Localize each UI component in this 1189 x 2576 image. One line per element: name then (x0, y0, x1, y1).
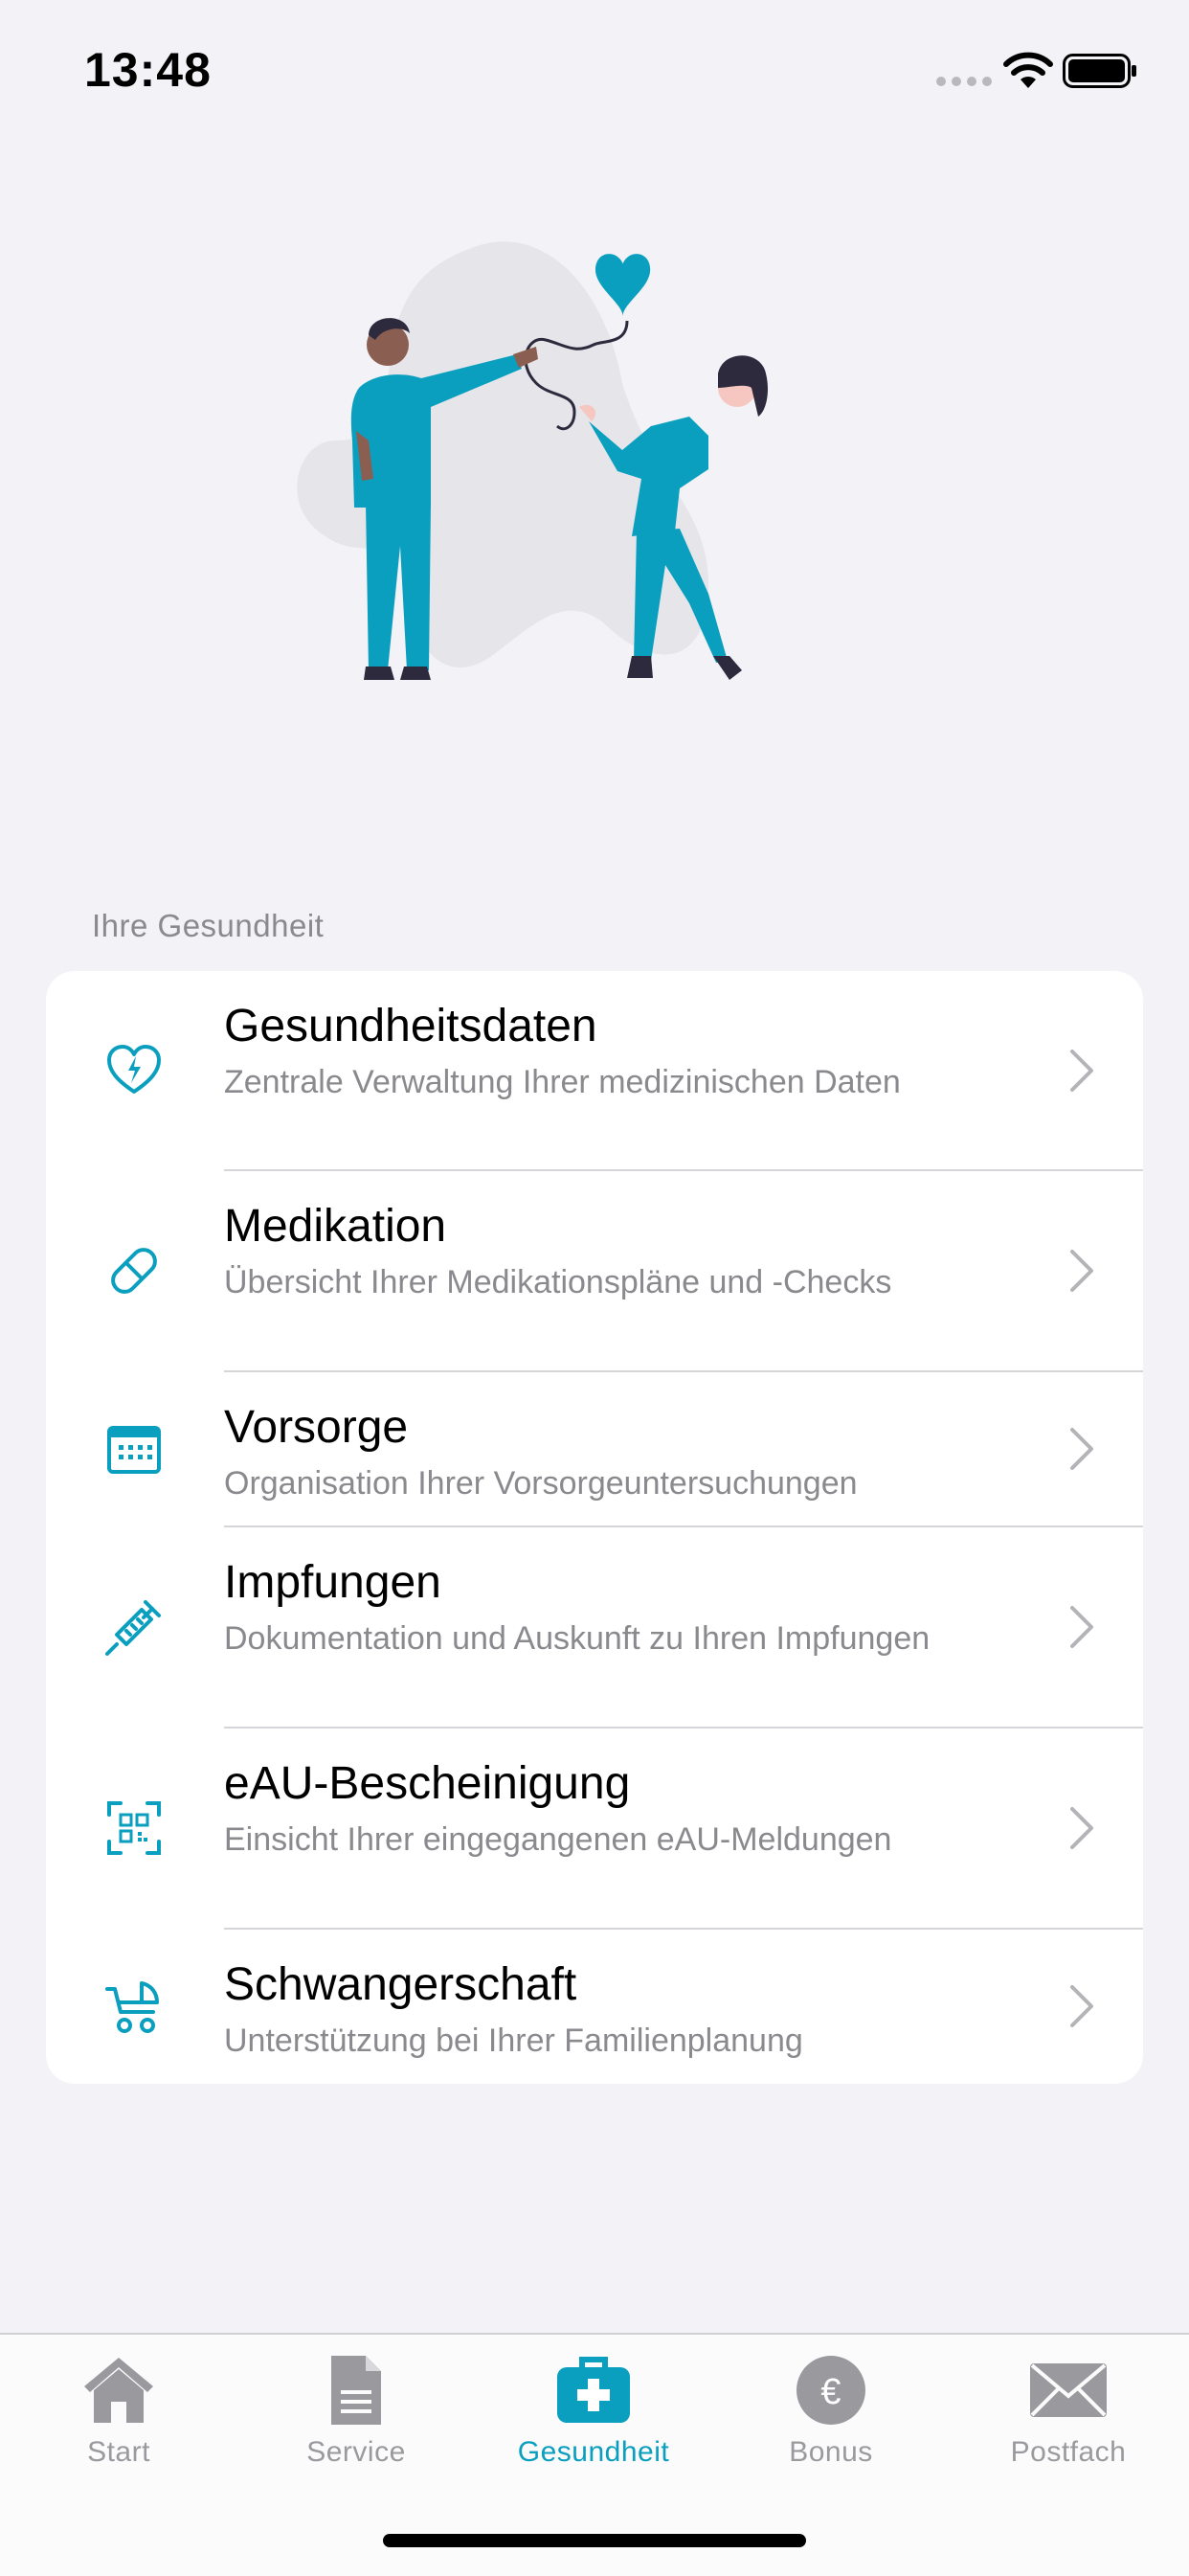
tab-label: Gesundheit (517, 2436, 670, 2468)
tab-gesundheit[interactable]: Gesundheit (475, 2350, 712, 2469)
status-time: 13:48 (84, 43, 212, 97)
tab-label: Service (306, 2436, 406, 2468)
cellular-signal-icon (936, 77, 992, 86)
calendar-icon (107, 1426, 161, 1474)
menu-item-title: Impfungen (224, 1557, 441, 1608)
tab-label: Postfach (1010, 2436, 1127, 2468)
menu-item-title: Gesundheitsdaten (224, 1001, 597, 1051)
house-icon (84, 2358, 153, 2423)
couple-heart-balloon-illustration (297, 241, 769, 680)
menu-item-title: Vorsorge (224, 1402, 409, 1453)
chevron-right-icon (1070, 1985, 1093, 2027)
menu-item-subtitle: Zentrale Verwaltung Ihrer medizinischen … (224, 1064, 901, 1100)
qr-scan-icon (107, 1801, 161, 1855)
wifi-icon (1003, 52, 1053, 88)
status-bar: 13:48 (0, 0, 1189, 134)
menu-item-subtitle: Übersicht Ihrer Medikationspläne und -Ch… (224, 1264, 892, 1300)
chevron-right-icon (1070, 1606, 1093, 1648)
heart-pulse-icon (107, 1045, 161, 1094)
syringe-icon (105, 1600, 161, 1656)
tab-bonus[interactable]: € Bonus (712, 2350, 950, 2469)
menu-item-subtitle: Organisation Ihrer Vorsorgeuntersuchunge… (224, 1465, 858, 1502)
tab-start[interactable]: Start (0, 2350, 237, 2469)
euro-coin-icon: € (796, 2356, 865, 2425)
chevron-right-icon (1070, 1250, 1093, 1292)
tab-postfach[interactable]: Postfach (950, 2350, 1187, 2469)
chevron-right-icon (1070, 1428, 1093, 1470)
envelope-icon (1030, 2363, 1107, 2417)
menu-item-gesundheitsdaten[interactable]: Gesundheitsdaten Zentrale Verwaltung Ihr… (46, 971, 1143, 1170)
chevron-right-icon (1070, 1807, 1093, 1849)
tab-service[interactable]: Service (237, 2350, 475, 2469)
menu-item-medikation[interactable]: Medikation Übersicht Ihrer Medikationspl… (46, 1171, 1143, 1370)
menu-item-subtitle: Dokumentation und Auskunft zu Ihren Impf… (224, 1620, 931, 1657)
health-menu-card: Gesundheitsdaten Zentrale Verwaltung Ihr… (46, 971, 1143, 2084)
pill-icon (111, 1248, 157, 1294)
medical-case-icon (557, 2357, 630, 2423)
menu-item-eau-bescheinigung[interactable]: eAU-Bescheinigung Einsicht Ihrer eingega… (46, 1729, 1143, 1928)
chevron-right-icon (1070, 1050, 1093, 1092)
document-icon (331, 2356, 381, 2425)
stroller-icon (105, 1981, 159, 2033)
menu-item-title: Schwangerschaft (224, 1959, 577, 2010)
menu-item-title: Medikation (224, 1201, 447, 1252)
menu-item-impfungen[interactable]: Impfungen Dokumentation und Auskunft zu … (46, 1527, 1143, 1727)
menu-item-subtitle: Einsicht Ihrer eingegangenen eAU-Meldung… (224, 1821, 892, 1858)
home-indicator (383, 2534, 806, 2547)
battery-icon (1063, 54, 1136, 88)
tab-label: Start (87, 2436, 150, 2468)
menu-item-vorsorge[interactable]: Vorsorge Organisation Ihrer Vorsorgeunte… (46, 1372, 1143, 1525)
menu-item-title: eAU-Bescheinigung (224, 1758, 631, 1809)
menu-item-subtitle: Unterstützung bei Ihrer Familienplanung (224, 2022, 803, 2059)
menu-item-schwangerschaft[interactable]: Schwangerschaft Unterstützung bei Ihrer … (46, 1930, 1143, 2084)
section-header: Ihre Gesundheit (92, 908, 325, 943)
tab-label: Bonus (789, 2436, 873, 2468)
svg-text:€: € (820, 2372, 841, 2412)
